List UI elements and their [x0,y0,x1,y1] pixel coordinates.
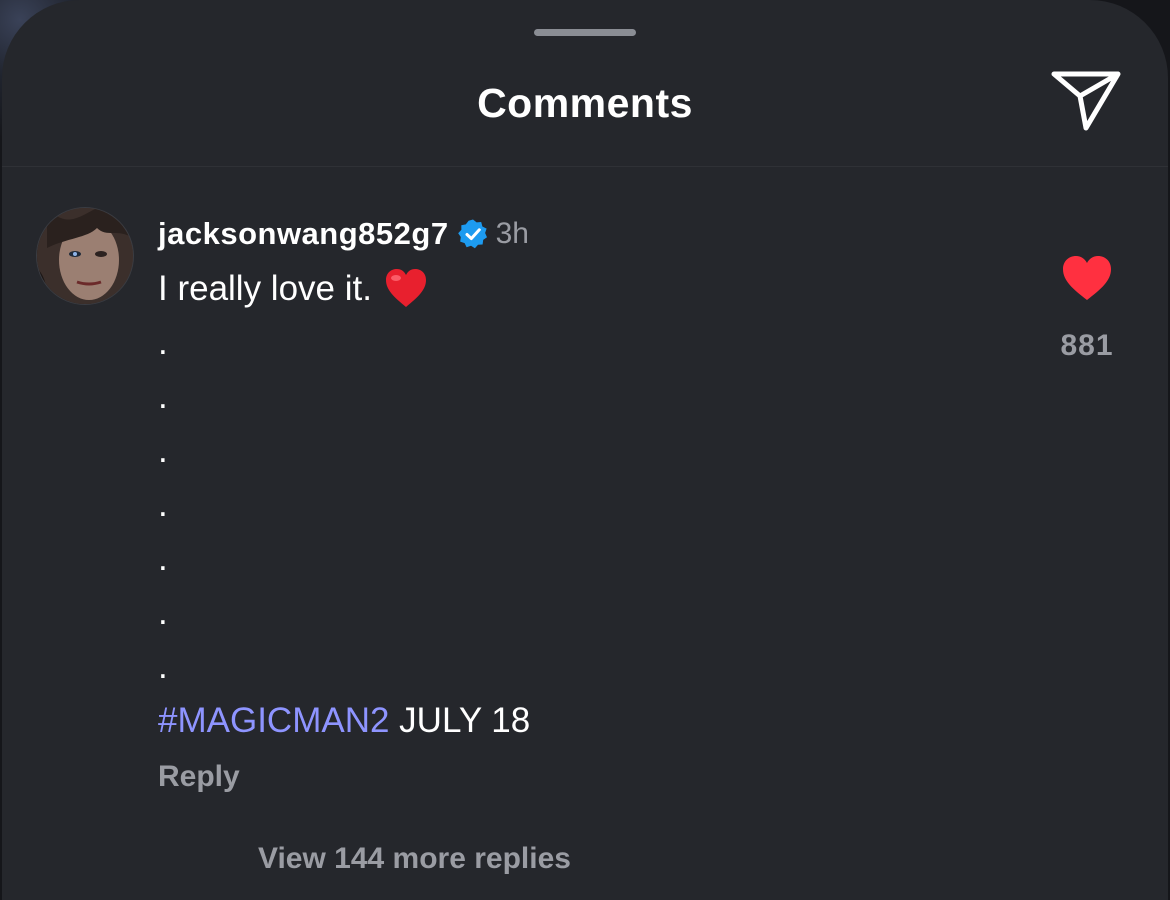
comments-sheet: Comments jacksonwang852g7 3h I really lo… [2,0,1168,900]
reply-button[interactable]: Reply [158,760,240,794]
username-link[interactable]: jacksonwang852g7 [158,216,449,252]
comment-dot-line: . [158,323,168,362]
comment-last-line: #MAGICMAN2 JULY 18 [158,694,978,748]
comment-body: I really love it. . . . . . . . #MAGICMA… [158,262,978,748]
like-button[interactable] [1061,254,1113,302]
comment-first-line: I really love it. [158,262,978,316]
comment-dot-line: . [158,431,168,470]
page-title: Comments [477,80,693,126]
comment-meta: jacksonwang852g7 3h [158,214,529,254]
comment-dot-line: . [158,377,168,416]
comment-dot-line: . [158,647,168,686]
verified-badge-icon [457,219,487,249]
comment-text: I really love it. [158,269,372,308]
avatar-image [37,208,133,304]
comment-dot-line: . [158,539,168,578]
comment-timestamp: 3h [495,217,529,250]
comment-dot-line: . [158,593,168,632]
comment-date-text: JULY 18 [399,701,531,740]
view-replies-button[interactable]: View 144 more replies [258,842,571,876]
paper-plane-icon [1051,71,1121,131]
comment-item: jacksonwang852g7 3h I really love it. . … [2,166,1168,875]
comments-header: Comments [2,0,1168,167]
avatar[interactable] [37,208,133,304]
comment-dot-line: . [158,485,168,524]
filled-heart-icon [1063,256,1111,300]
like-count: 881 [1060,329,1114,362]
hashtag-link[interactable]: #MAGICMAN2 [158,701,389,740]
red-heart-emoji [385,268,426,307]
share-button[interactable] [1048,68,1124,134]
